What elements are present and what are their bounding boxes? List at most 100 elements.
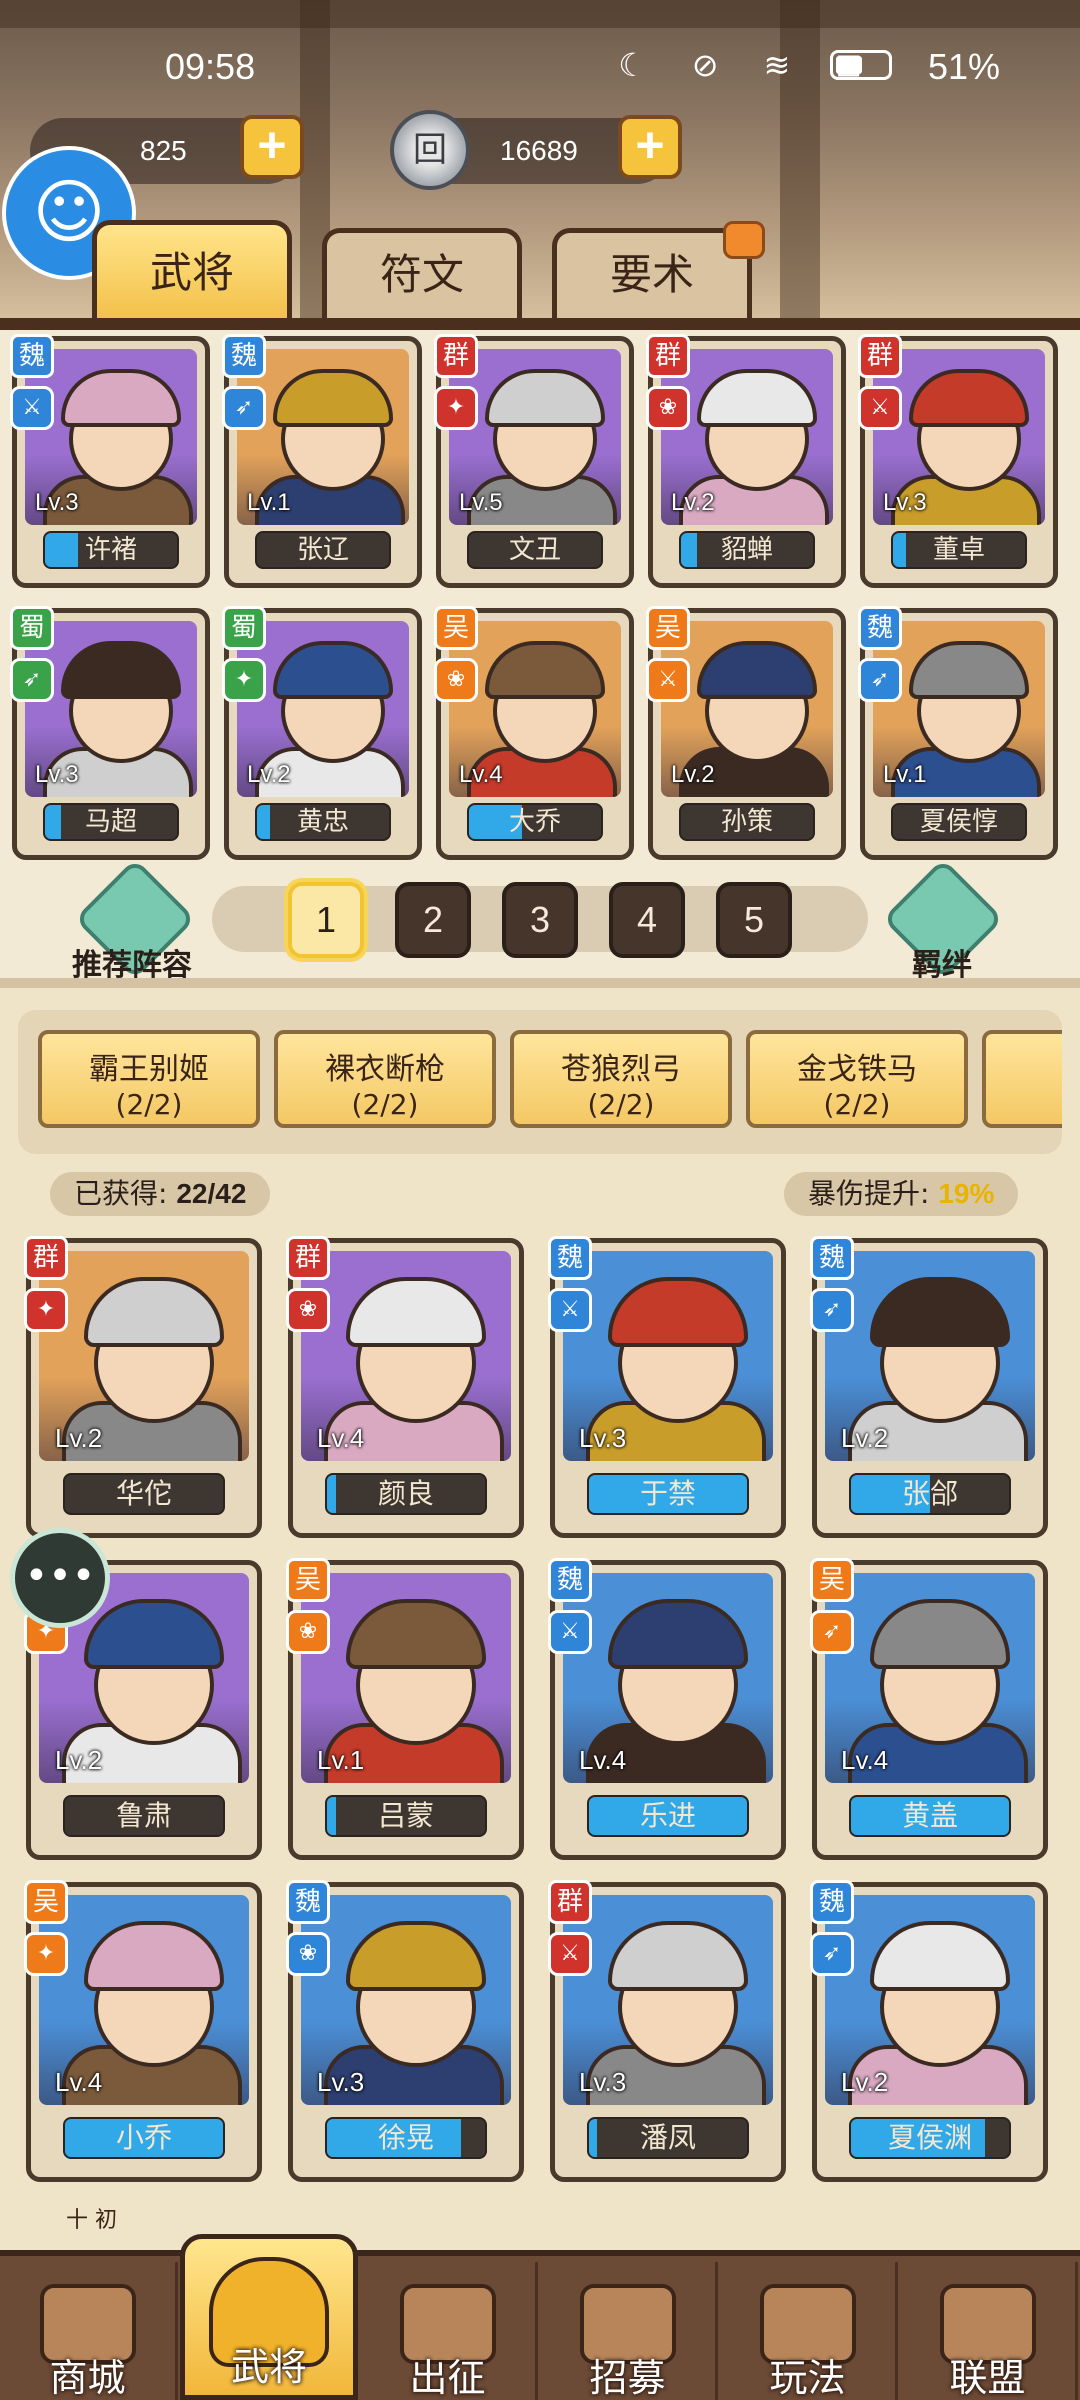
nav-item-0[interactable]: 商城 [0, 2262, 178, 2400]
nav-label: 联盟 [949, 2356, 1026, 2400]
hero-progress-bar: 张郃 [849, 1473, 1011, 1515]
hero-progress-bar: 大乔 [467, 803, 603, 841]
bond-chip[interactable]: 庞 [982, 1030, 1062, 1128]
bond-chip[interactable]: 金戈铁马 (2/2) [746, 1030, 968, 1128]
weapon-icon: ❀ [286, 1932, 330, 1976]
faction-badge: 吴 [286, 1558, 330, 1602]
hero-progress-bar: 许褚 [43, 531, 179, 569]
hero-level: Lv.4 [579, 1745, 627, 1775]
hero-level: Lv.2 [55, 1745, 103, 1775]
panel-border [0, 318, 1080, 330]
bond-title: 庞 [986, 1044, 1062, 1088]
weapon-icon: ⚔ [548, 1932, 592, 1976]
page-button-2[interactable]: 2 [395, 882, 471, 958]
collection-hero-card[interactable]: Lv.3 徐晃 [288, 1882, 524, 2182]
collection-hero-card[interactable]: Lv.4 颜良 [288, 1238, 524, 1538]
hero-progress-bar: 貂蝉 [679, 531, 815, 569]
hero-level: Lv.1 [883, 761, 927, 788]
collection-hero-card[interactable]: Lv.4 黄盖 [812, 1560, 1048, 1860]
faction-badge: 吴 [24, 1880, 68, 1924]
weapon-icon: ➶ [810, 1932, 854, 1976]
faction-badge: 魏 [548, 1236, 592, 1280]
hero-level: Lv.1 [247, 489, 291, 516]
faction-badge: 群 [858, 334, 902, 378]
weapon-icon: ✦ [222, 658, 266, 702]
collection-hero-card[interactable]: Lv.4 乐进 [550, 1560, 786, 1860]
faction-badge: 群 [434, 334, 478, 378]
weapon-icon: ⚔ [646, 658, 690, 702]
hero-name: 鲁肃 [115, 1799, 172, 1832]
category-tabs: 武将 符文 要术 [0, 220, 1080, 320]
hero-level: Lv.3 [883, 489, 927, 516]
nav-item-3[interactable]: 招募 [540, 2262, 718, 2400]
page-button-1[interactable]: 1 [288, 882, 364, 958]
hero-level: Lv.1 [317, 1745, 365, 1775]
weapon-icon: ➶ [222, 386, 266, 430]
weapon-icon: ➶ [858, 658, 902, 702]
faction-badge: 魏 [548, 1558, 592, 1602]
hero-name: 孙策 [720, 807, 773, 837]
faction-badge: 魏 [810, 1236, 854, 1280]
collection-hero-card[interactable]: Lv.4 小乔 [26, 1882, 262, 2182]
crit-bonus: 暴伤提升: 19% [784, 1172, 1019, 1216]
bond-chip[interactable]: 裸衣断枪 (2/2) [274, 1030, 496, 1128]
nav-item-4[interactable]: 玩法 [720, 2262, 898, 2400]
hero-level: Lv.2 [841, 1423, 889, 1453]
weapon-icon: ⚔ [10, 386, 54, 430]
hero-level: Lv.3 [579, 1423, 627, 1453]
nav-label: 商城 [49, 2356, 126, 2400]
bond-chip[interactable]: 霸王别姬 (2/2) [38, 1030, 260, 1128]
hero-level: Lv.4 [459, 761, 503, 788]
nav-item-5[interactable]: 联盟 [900, 2262, 1078, 2400]
chat-icon[interactable]: ••• [10, 1528, 110, 1628]
bond-count: (2/2) [351, 1088, 419, 1121]
collection-hero-card[interactable]: Lv.1 吕蒙 [288, 1560, 524, 1860]
page-button-5[interactable]: 5 [716, 882, 792, 958]
weapon-icon: ✦ [24, 1932, 68, 1976]
weapon-icon: ❀ [434, 658, 478, 702]
tab-generals[interactable]: 武将 [92, 220, 292, 320]
hero-name: 华佗 [115, 1477, 172, 1510]
crit-label: 暴伤提升: [808, 1177, 930, 1210]
hero-level: Lv.5 [459, 489, 503, 516]
collection-hero-card[interactable]: Lv.3 于禁 [550, 1238, 786, 1538]
faction-badge: 魏 [286, 1880, 330, 1924]
add-gold-button[interactable]: + [240, 115, 304, 179]
collection-hero-card[interactable]: Lv.2 夏侯渊 [812, 1882, 1048, 2182]
hero-progress-bar: 夏侯渊 [849, 2117, 1011, 2159]
page-button-3[interactable]: 3 [502, 882, 578, 958]
weapon-icon: ❀ [286, 1610, 330, 1654]
hero-progress-bar: 马超 [43, 803, 179, 841]
add-coins-button[interactable]: + [618, 115, 682, 179]
bond-title: 霸王别姬 [89, 1052, 209, 1087]
weapon-icon: ❀ [646, 386, 690, 430]
faction-badge: 魏 [222, 334, 266, 378]
hero-level: Lv.3 [579, 2067, 627, 2097]
hero-name: 徐晃 [377, 2121, 434, 2154]
tab-arts[interactable]: 要术 [552, 221, 765, 320]
nav-item-1[interactable]: 武将 [180, 2234, 358, 2400]
collection-hero-card[interactable]: Lv.2 张郃 [812, 1238, 1048, 1538]
bond-count: (2/2) [587, 1088, 655, 1121]
obtained-count: 已获得: 22/42 [50, 1172, 271, 1216]
status-time: 09:58 [165, 46, 256, 87]
hero-progress-bar: 董卓 [891, 531, 1027, 569]
tab-runes[interactable]: 符文 [322, 228, 522, 320]
hero-progress-bar: 鲁肃 [63, 1795, 225, 1837]
hero-name: 吕蒙 [377, 1799, 434, 1832]
weapon-icon: ⚔ [548, 1288, 592, 1332]
faction-badge: 魏 [10, 334, 54, 378]
hero-name: 董卓 [932, 535, 985, 565]
hero-name: 夏侯惇 [919, 807, 998, 837]
collection-hero-card[interactable]: Lv.3 潘凤 [550, 1882, 786, 2182]
hero-level: Lv.2 [671, 761, 715, 788]
nav-item-2[interactable]: 出征 [360, 2262, 538, 2400]
page-button-4[interactable]: 4 [609, 882, 685, 958]
hero-name: 大乔 [508, 807, 561, 837]
nav-label: 招募 [589, 2356, 666, 2400]
bond-count: (2/2) [115, 1088, 183, 1121]
bond-chip[interactable]: 苍狼烈弓 (2/2) [510, 1030, 732, 1128]
faction-badge: 群 [286, 1236, 330, 1280]
hero-progress-bar: 华佗 [63, 1473, 225, 1515]
collection-hero-card[interactable]: Lv.2 华佗 [26, 1238, 262, 1538]
